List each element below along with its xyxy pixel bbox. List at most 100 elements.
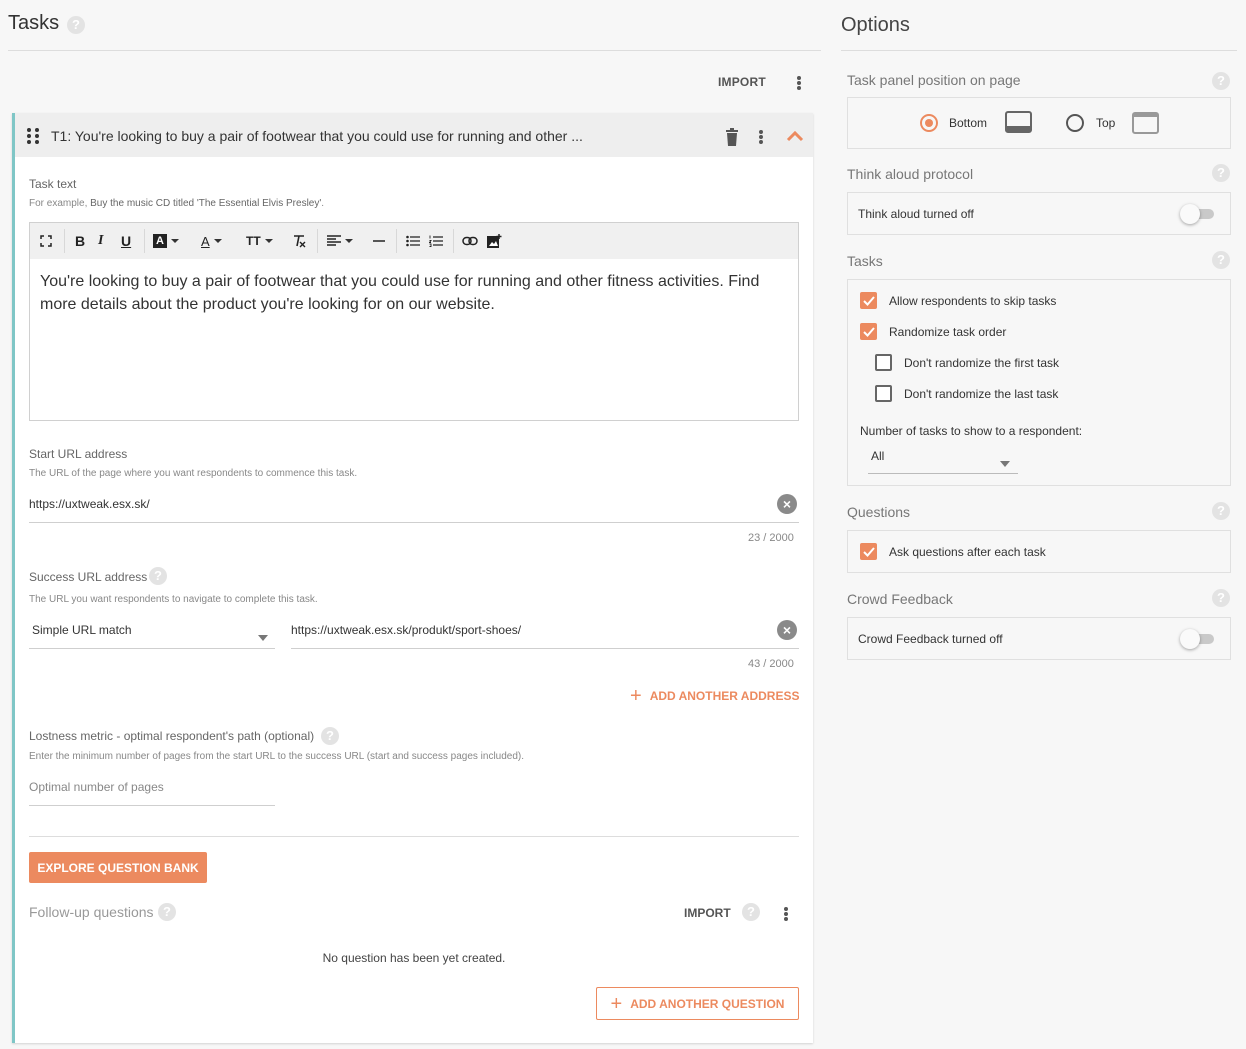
clear-icon[interactable]: ×: [777, 620, 797, 640]
divider: [29, 836, 799, 837]
fullscreen-icon[interactable]: [40, 232, 52, 250]
start-url-input[interactable]: https://uxtweak.esx.sk/: [29, 497, 150, 511]
import-questions-button[interactable]: IMPORT: [684, 906, 731, 920]
checkbox-randomize[interactable]: [860, 323, 877, 340]
think-aloud-section-title: Think aloud protocol: [847, 166, 974, 182]
add-another-question-button[interactable]: + ADD ANOTHER QUESTION: [596, 987, 799, 1020]
success-url-counter: 43 / 2000: [748, 658, 794, 670]
help-icon[interactable]: ?: [149, 567, 167, 585]
explore-question-bank-button[interactable]: EXPLORE QUESTION BANK: [29, 852, 207, 883]
import-button[interactable]: IMPORT: [718, 75, 766, 89]
editor-toolbar: B I U A A TT: [29, 222, 799, 260]
more-options-icon[interactable]: [780, 905, 792, 923]
crowd-feedback-toggle[interactable]: [1180, 629, 1220, 649]
bullet-list-icon[interactable]: [406, 232, 420, 250]
first-task-label: Don't randomize the first task: [904, 356, 1060, 370]
url-match-select[interactable]: Simple URL match: [32, 623, 132, 637]
task-text-example: For example, Buy the music CD titled 'Th…: [29, 198, 324, 209]
lostness-hint: Enter the minimum number of pages from t…: [29, 751, 525, 762]
clear-icon[interactable]: ×: [777, 494, 797, 514]
italic-icon[interactable]: I: [98, 232, 103, 250]
checkbox-last-task[interactable]: [875, 385, 892, 402]
panel-bottom-icon: [1005, 111, 1032, 138]
checkbox-skip-tasks[interactable]: [860, 292, 877, 309]
insert-image-icon[interactable]: [487, 232, 502, 250]
page-title: Tasks: [8, 12, 60, 34]
more-options-icon[interactable]: [793, 74, 805, 92]
checkbox-first-task[interactable]: [875, 354, 892, 371]
task-count-underline: [868, 473, 1018, 474]
help-icon[interactable]: ?: [742, 903, 760, 921]
crowd-feedback-section-title: Crowd Feedback: [847, 591, 953, 607]
tasks-section-title: Tasks: [847, 253, 883, 269]
radio-top-label: Top: [1096, 116, 1116, 130]
radio-bottom[interactable]: [920, 114, 938, 132]
task-text-label: Task text: [29, 177, 77, 191]
highlight-color-icon[interactable]: A: [153, 232, 179, 250]
font-color-icon[interactable]: A: [201, 232, 222, 250]
task-title: T1: You're looking to buy a pair of foot…: [51, 128, 583, 144]
help-icon[interactable]: ?: [1212, 251, 1230, 269]
ask-questions-label: Ask questions after each task: [889, 545, 1046, 559]
delete-icon[interactable]: [725, 128, 739, 151]
numbered-list-icon[interactable]: [429, 232, 443, 250]
position-section-title: Task panel position on page: [847, 72, 1021, 88]
tasks-options-box: [847, 279, 1231, 486]
add-another-address-button[interactable]: + ADD ANOTHER ADDRESS: [630, 685, 800, 707]
plus-icon: +: [610, 992, 623, 1015]
radio-top[interactable]: [1066, 114, 1084, 132]
options-title: Options: [841, 14, 910, 36]
skip-tasks-label: Allow respondents to skip tasks: [889, 294, 1057, 308]
help-icon[interactable]: ?: [158, 903, 176, 921]
horizontal-rule-icon[interactable]: [373, 232, 385, 250]
link-icon[interactable]: [462, 232, 478, 250]
success-url-underline: [291, 648, 799, 649]
checkbox-ask-questions[interactable]: [860, 543, 877, 560]
help-icon[interactable]: ?: [67, 16, 85, 34]
optimal-pages-input[interactable]: Optimal number of pages: [29, 780, 164, 794]
task-more-icon[interactable]: [755, 128, 767, 146]
help-icon[interactable]: ?: [321, 727, 339, 745]
chevron-up-icon[interactable]: [786, 128, 804, 151]
task-count-select[interactable]: All: [871, 449, 884, 463]
task-count-label: Number of tasks to show to a respondent:: [860, 424, 1083, 438]
dropdown-arrow-icon[interactable]: [1000, 454, 1010, 472]
success-url-hint: The URL you want respondents to navigate…: [29, 594, 318, 605]
lostness-label: Lostness metric - optimal respondent's p…: [29, 729, 315, 743]
clear-format-icon[interactable]: [292, 232, 306, 250]
task-text-editor[interactable]: You're looking to buy a pair of footwear…: [29, 259, 799, 421]
radio-bottom-label: Bottom: [949, 116, 988, 130]
questions-section-title: Questions: [847, 504, 911, 520]
crowd-feedback-label: Crowd Feedback turned off: [858, 632, 1003, 646]
position-box: [847, 97, 1231, 149]
add-address-label: ADD ANOTHER ADDRESS: [649, 689, 800, 703]
add-question-label: ADD ANOTHER QUESTION: [630, 996, 785, 1011]
dropdown-arrow-icon[interactable]: [258, 628, 268, 646]
start-url-label: Start URL address: [29, 447, 128, 461]
example-suffix: .: [321, 198, 325, 209]
help-icon[interactable]: ?: [1212, 502, 1230, 520]
start-url-counter: 23 / 2000: [748, 532, 794, 544]
drag-handle-icon[interactable]: [27, 128, 39, 144]
randomize-label: Randomize task order: [889, 325, 1007, 339]
followup-questions-label: Follow-up questions: [29, 904, 154, 920]
plus-icon: +: [630, 685, 642, 707]
example-value: Buy the music CD titled 'The Essential E…: [90, 198, 322, 209]
panel-top-icon: [1132, 112, 1159, 139]
example-prefix: For example,: [29, 198, 91, 209]
start-url-hint: The URL of the page where you want respo…: [29, 468, 358, 479]
align-icon[interactable]: [327, 232, 353, 250]
divider: [8, 50, 821, 51]
underline-icon[interactable]: U: [121, 232, 131, 250]
font-size-icon[interactable]: TT: [246, 232, 273, 250]
success-url-input[interactable]: https://uxtweak.esx.sk/produkt/sport-sho…: [291, 623, 521, 637]
think-aloud-toggle[interactable]: [1180, 204, 1220, 224]
optimal-pages-underline: [29, 805, 275, 806]
start-url-underline: [29, 522, 799, 523]
bold-icon[interactable]: B: [75, 232, 85, 250]
help-icon[interactable]: ?: [1212, 589, 1230, 607]
think-aloud-label: Think aloud turned off: [858, 207, 974, 221]
help-icon[interactable]: ?: [1212, 72, 1230, 90]
help-icon[interactable]: ?: [1212, 164, 1230, 182]
url-match-underline: [29, 648, 275, 649]
